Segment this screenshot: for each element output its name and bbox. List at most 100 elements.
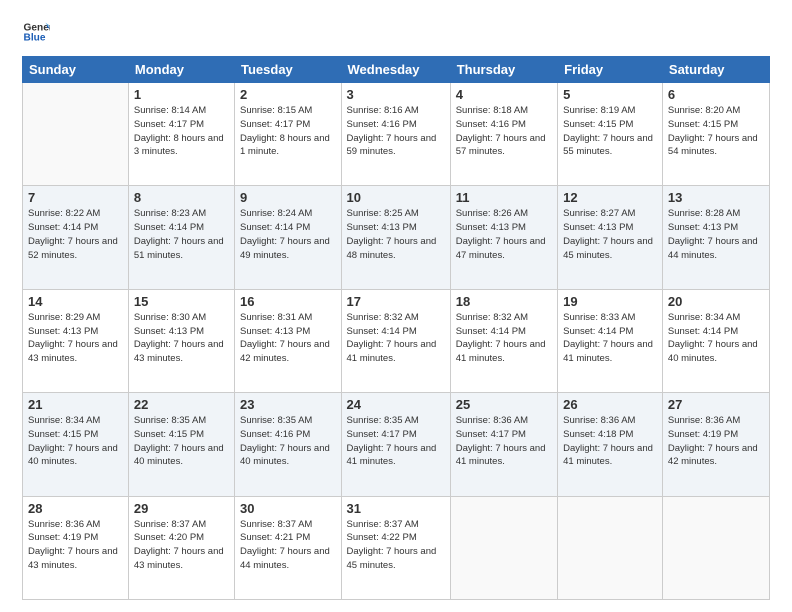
- day-number: 1: [134, 87, 229, 102]
- day-info: Sunrise: 8:36 AM Sunset: 4:19 PM Dayligh…: [668, 414, 764, 469]
- header: General Blue: [22, 18, 770, 46]
- day-number: 2: [240, 87, 336, 102]
- day-number: 8: [134, 190, 229, 205]
- day-info: Sunrise: 8:37 AM Sunset: 4:21 PM Dayligh…: [240, 518, 336, 573]
- calendar-cell: 13 Sunrise: 8:28 AM Sunset: 4:13 PM Dayli…: [662, 186, 769, 289]
- day-number: 22: [134, 397, 229, 412]
- day-info: Sunrise: 8:24 AM Sunset: 4:14 PM Dayligh…: [240, 207, 336, 262]
- calendar-cell: 8Sunrise: 8:23 AM Sunset: 4:14 PM Daylig…: [128, 186, 234, 289]
- day-info: Sunrise: 8:31 AM Sunset: 4:13 PM Dayligh…: [240, 311, 336, 366]
- calendar-cell: 14Sunrise: 8:29 AM Sunset: 4:13 PM Dayli…: [23, 289, 129, 392]
- calendar-cell: 25 Sunrise: 8:36 AM Sunset: 4:17 PM Dayli…: [450, 393, 557, 496]
- calendar-page: General Blue SundayMondayTuesdayWednesda…: [0, 0, 792, 612]
- calendar-cell: 26 Sunrise: 8:36 AM Sunset: 4:18 PM Dayli…: [558, 393, 663, 496]
- day-info: Sunrise: 8:27 AM Sunset: 4:13 PM Dayligh…: [563, 207, 657, 262]
- week-row-4: 21 Sunrise: 8:34 AM Sunset: 4:15 PM Dayli…: [23, 393, 770, 496]
- day-number: 20: [668, 294, 764, 309]
- day-info: Sunrise: 8:36 AM Sunset: 4:19 PM Dayligh…: [28, 518, 123, 573]
- day-number: 30: [240, 501, 336, 516]
- day-number: 25: [456, 397, 552, 412]
- day-info: Sunrise: 8:34 AM Sunset: 4:15 PM Dayligh…: [28, 414, 123, 469]
- day-number: 11: [456, 190, 552, 205]
- svg-text:Blue: Blue: [24, 33, 46, 44]
- day-number: 7: [28, 190, 123, 205]
- calendar-cell: [23, 83, 129, 186]
- day-header-monday: Monday: [128, 57, 234, 83]
- calendar-cell: 7 Sunrise: 8:22 AM Sunset: 4:14 PM Daylig…: [23, 186, 129, 289]
- week-row-5: 28 Sunrise: 8:36 AM Sunset: 4:19 PM Dayli…: [23, 496, 770, 599]
- calendar-cell: 20Sunrise: 8:34 AM Sunset: 4:14 PM Dayli…: [662, 289, 769, 392]
- day-number: 6: [668, 87, 764, 102]
- calendar-cell: 9 Sunrise: 8:24 AM Sunset: 4:14 PM Daylig…: [235, 186, 342, 289]
- day-info: Sunrise: 8:35 AM Sunset: 4:17 PM Dayligh…: [347, 414, 445, 469]
- calendar-cell: 16 Sunrise: 8:31 AM Sunset: 4:13 PM Dayli…: [235, 289, 342, 392]
- day-header-sunday: Sunday: [23, 57, 129, 83]
- day-number: 23: [240, 397, 336, 412]
- logo-icon: General Blue: [22, 18, 50, 46]
- day-info: Sunrise: 8:33 AM Sunset: 4:14 PM Dayligh…: [563, 311, 657, 366]
- day-info: Sunrise: 8:32 AM Sunset: 4:14 PM Dayligh…: [347, 311, 445, 366]
- day-number: 3: [347, 87, 445, 102]
- day-info: Sunrise: 8:18 AM Sunset: 4:16 PM Dayligh…: [456, 104, 552, 159]
- calendar-cell: 2Sunrise: 8:15 AM Sunset: 4:17 PM Daylig…: [235, 83, 342, 186]
- calendar-cell: 23 Sunrise: 8:35 AM Sunset: 4:16 PM Dayli…: [235, 393, 342, 496]
- day-number: 15: [134, 294, 229, 309]
- day-info: Sunrise: 8:25 AM Sunset: 4:13 PM Dayligh…: [347, 207, 445, 262]
- day-number: 31: [347, 501, 445, 516]
- calendar-cell: 11Sunrise: 8:26 AM Sunset: 4:13 PM Dayli…: [450, 186, 557, 289]
- calendar-cell: 15 Sunrise: 8:30 AM Sunset: 4:13 PM Dayli…: [128, 289, 234, 392]
- calendar-cell: 4Sunrise: 8:18 AM Sunset: 4:16 PM Daylig…: [450, 83, 557, 186]
- calendar-cell: 21 Sunrise: 8:34 AM Sunset: 4:15 PM Dayli…: [23, 393, 129, 496]
- day-header-tuesday: Tuesday: [235, 57, 342, 83]
- day-info: Sunrise: 8:37 AM Sunset: 4:20 PM Dayligh…: [134, 518, 229, 573]
- day-number: 28: [28, 501, 123, 516]
- day-number: 29: [134, 501, 229, 516]
- day-number: 13: [668, 190, 764, 205]
- day-info: Sunrise: 8:14 AM Sunset: 4:17 PM Dayligh…: [134, 104, 229, 159]
- calendar-cell: 12 Sunrise: 8:27 AM Sunset: 4:13 PM Dayli…: [558, 186, 663, 289]
- day-info: Sunrise: 8:22 AM Sunset: 4:14 PM Dayligh…: [28, 207, 123, 262]
- calendar-cell: 18Sunrise: 8:32 AM Sunset: 4:14 PM Dayli…: [450, 289, 557, 392]
- day-info: Sunrise: 8:16 AM Sunset: 4:16 PM Dayligh…: [347, 104, 445, 159]
- calendar-cell: 29 Sunrise: 8:37 AM Sunset: 4:20 PM Dayli…: [128, 496, 234, 599]
- calendar-cell: 1 Sunrise: 8:14 AM Sunset: 4:17 PM Daylig…: [128, 83, 234, 186]
- day-number: 21: [28, 397, 123, 412]
- day-number: 24: [347, 397, 445, 412]
- day-info: Sunrise: 8:36 AM Sunset: 4:17 PM Dayligh…: [456, 414, 552, 469]
- day-info: Sunrise: 8:28 AM Sunset: 4:13 PM Dayligh…: [668, 207, 764, 262]
- day-number: 26: [563, 397, 657, 412]
- calendar-cell: 5 Sunrise: 8:19 AM Sunset: 4:15 PM Daylig…: [558, 83, 663, 186]
- calendar-cell: 6 Sunrise: 8:20 AM Sunset: 4:15 PM Daylig…: [662, 83, 769, 186]
- day-info: Sunrise: 8:20 AM Sunset: 4:15 PM Dayligh…: [668, 104, 764, 159]
- day-number: 10: [347, 190, 445, 205]
- day-number: 17: [347, 294, 445, 309]
- week-row-3: 14Sunrise: 8:29 AM Sunset: 4:13 PM Dayli…: [23, 289, 770, 392]
- day-number: 5: [563, 87, 657, 102]
- week-row-2: 7 Sunrise: 8:22 AM Sunset: 4:14 PM Daylig…: [23, 186, 770, 289]
- day-info: Sunrise: 8:37 AM Sunset: 4:22 PM Dayligh…: [347, 518, 445, 573]
- calendar-cell: [558, 496, 663, 599]
- day-info: Sunrise: 8:30 AM Sunset: 4:13 PM Dayligh…: [134, 311, 229, 366]
- day-header-friday: Friday: [558, 57, 663, 83]
- week-row-1: 1 Sunrise: 8:14 AM Sunset: 4:17 PM Daylig…: [23, 83, 770, 186]
- day-header-thursday: Thursday: [450, 57, 557, 83]
- calendar-cell: 19Sunrise: 8:33 AM Sunset: 4:14 PM Dayli…: [558, 289, 663, 392]
- day-number: 9: [240, 190, 336, 205]
- calendar-cell: 3 Sunrise: 8:16 AM Sunset: 4:16 PM Daylig…: [341, 83, 450, 186]
- calendar-cell: 28 Sunrise: 8:36 AM Sunset: 4:19 PM Dayli…: [23, 496, 129, 599]
- calendar-cell: [662, 496, 769, 599]
- day-header-wednesday: Wednesday: [341, 57, 450, 83]
- day-number: 18: [456, 294, 552, 309]
- day-header-saturday: Saturday: [662, 57, 769, 83]
- day-info: Sunrise: 8:19 AM Sunset: 4:15 PM Dayligh…: [563, 104, 657, 159]
- day-info: Sunrise: 8:36 AM Sunset: 4:18 PM Dayligh…: [563, 414, 657, 469]
- day-info: Sunrise: 8:35 AM Sunset: 4:15 PM Dayligh…: [134, 414, 229, 469]
- day-info: Sunrise: 8:35 AM Sunset: 4:16 PM Dayligh…: [240, 414, 336, 469]
- day-number: 12: [563, 190, 657, 205]
- day-number: 16: [240, 294, 336, 309]
- calendar-table: SundayMondayTuesdayWednesdayThursdayFrid…: [22, 56, 770, 600]
- calendar-cell: 17 Sunrise: 8:32 AM Sunset: 4:14 PM Dayli…: [341, 289, 450, 392]
- calendar-cell: 10 Sunrise: 8:25 AM Sunset: 4:13 PM Dayli…: [341, 186, 450, 289]
- calendar-cell: [450, 496, 557, 599]
- calendar-cell: 24 Sunrise: 8:35 AM Sunset: 4:17 PM Dayli…: [341, 393, 450, 496]
